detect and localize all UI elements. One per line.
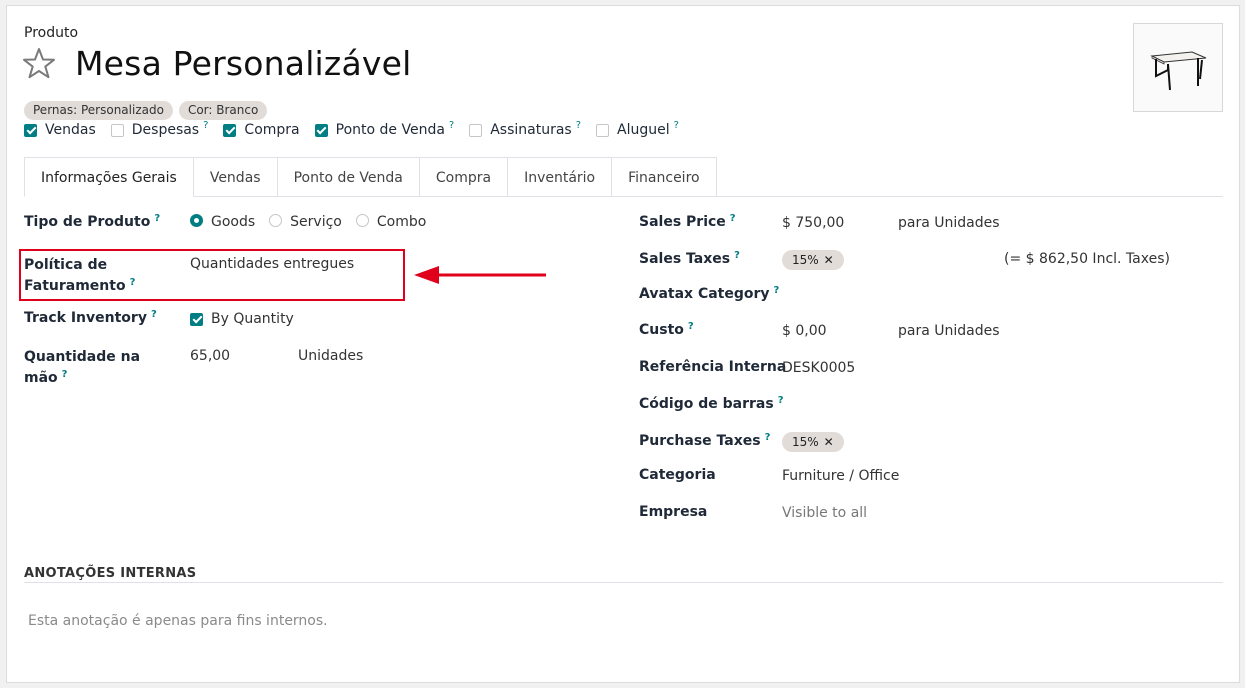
cost-uom: para Unidades xyxy=(898,323,1000,339)
track-inventory-label: Track Inventory? xyxy=(24,309,157,326)
checkbox-compra[interactable] xyxy=(223,123,237,137)
internal-notes-title: ANOTAÇÕES INTERNAS xyxy=(24,566,197,581)
help-icon[interactable]: ? xyxy=(151,309,157,320)
checkbox-vendas[interactable] xyxy=(24,123,37,137)
sales-taxes-field[interactable]: 15% ✕ xyxy=(782,250,844,270)
remove-tag-icon[interactable]: ✕ xyxy=(824,433,834,451)
radio-servico[interactable]: Serviço xyxy=(269,214,342,230)
company-label: Empresa xyxy=(639,504,708,520)
help-icon[interactable]: ? xyxy=(734,250,740,261)
invoice-policy-field[interactable]: Quantidades entregues xyxy=(190,256,354,272)
flag-label: Aluguel xyxy=(617,122,670,138)
flag-despesas[interactable]: Despesas? xyxy=(110,120,208,140)
help-icon[interactable]: ? xyxy=(765,432,771,443)
radio-button[interactable] xyxy=(190,214,203,227)
tax-tag[interactable]: 15% ✕ xyxy=(782,432,844,452)
cost-label: Custo? xyxy=(639,321,694,338)
tab-inventario[interactable]: Inventário xyxy=(508,157,613,197)
table-image-icon xyxy=(1150,51,1207,91)
flag-aluguel[interactable]: Aluguel? xyxy=(596,120,679,140)
product-name[interactable]: Mesa Personalizável xyxy=(75,44,411,83)
section-divider xyxy=(24,582,1223,583)
purchase-taxes-label: Purchase Taxes? xyxy=(639,432,771,449)
product-flags: Vendas Despesas? Compra Ponto de Venda? … xyxy=(24,120,694,140)
help-icon[interactable]: ? xyxy=(674,120,679,131)
help-icon[interactable]: ? xyxy=(778,395,784,406)
track-inventory-checkbox[interactable] xyxy=(190,312,203,326)
variant-tag[interactable]: Cor: Branco xyxy=(178,101,268,120)
tab-financeiro[interactable]: Financeiro xyxy=(612,157,717,197)
purchase-taxes-field[interactable]: 15% ✕ xyxy=(782,432,844,452)
checkbox-despesas[interactable] xyxy=(110,123,124,137)
product-type-radio: Goods Serviço Combo xyxy=(190,214,426,230)
flag-label: Despesas xyxy=(131,122,200,138)
category-label: Categoria xyxy=(639,467,716,483)
help-icon[interactable]: ? xyxy=(154,213,160,224)
notebook-tabs: Informações Gerais Vendas Ponto de Venda… xyxy=(24,157,717,197)
help-icon[interactable]: ? xyxy=(730,213,736,224)
product-form-sheet: Produto Mesa Personalizável Pernas: Pers… xyxy=(6,5,1240,683)
checkbox-aluguel[interactable] xyxy=(596,123,610,137)
sales-taxes-label: Sales Taxes? xyxy=(639,250,740,267)
tab-informacoes-gerais[interactable]: Informações Gerais xyxy=(24,157,194,197)
annotation-arrow-icon xyxy=(414,266,546,284)
radio-combo[interactable]: Combo xyxy=(355,214,426,230)
invoice-policy-label: Política de Faturamento? xyxy=(24,257,136,294)
help-icon[interactable]: ? xyxy=(449,120,454,131)
remove-tag-icon[interactable]: ✕ xyxy=(824,251,834,269)
flag-vendas[interactable]: Vendas xyxy=(24,120,96,140)
tax-tag[interactable]: 15% ✕ xyxy=(782,250,844,270)
internal-ref-label: Referência Interna xyxy=(639,359,787,375)
help-icon[interactable]: ? xyxy=(774,285,780,296)
qty-on-hand-uom: Unidades xyxy=(298,348,364,364)
help-icon[interactable]: ? xyxy=(576,120,581,131)
sales-taxes-included: (= $ 862,50 Incl. Taxes) xyxy=(1004,251,1170,267)
company-field[interactable]: Visible to all xyxy=(782,505,867,521)
barcode-label: Código de barras? xyxy=(639,395,784,412)
tab-vendas[interactable]: Vendas xyxy=(193,157,278,197)
flag-label: Ponto de Venda xyxy=(335,122,445,138)
internal-notes-field[interactable]: Esta anotação é apenas para fins interno… xyxy=(28,613,328,629)
product-image[interactable] xyxy=(1133,23,1223,112)
product-type-label: Tipo de Produto? xyxy=(24,213,161,230)
qty-on-hand-label: Quantidade na mão? xyxy=(24,349,141,386)
flag-label: Vendas xyxy=(45,122,96,138)
help-icon[interactable]: ? xyxy=(688,321,694,332)
cost-field[interactable]: $ 0,00 xyxy=(782,323,827,339)
avatax-category-label: Avatax Category? xyxy=(639,285,780,302)
variant-tags: Pernas: Personalizado Cor: Branco xyxy=(24,101,268,120)
radio-button[interactable] xyxy=(269,214,283,227)
internal-ref-field[interactable]: DESK0005 xyxy=(782,360,855,376)
flag-ponto-de-venda[interactable]: Ponto de Venda? xyxy=(314,120,454,140)
sales-price-field[interactable]: $ 750,00 xyxy=(782,215,844,231)
favorite-star-icon[interactable] xyxy=(22,46,56,80)
radio-goods[interactable]: Goods xyxy=(190,214,255,230)
sales-price-uom: para Unidades xyxy=(898,215,1000,231)
breadcrumb[interactable]: Produto xyxy=(24,25,78,41)
help-icon[interactable]: ? xyxy=(203,120,208,131)
category-field[interactable]: Furniture / Office xyxy=(782,468,899,484)
checkbox-assinaturas[interactable] xyxy=(469,123,483,137)
qty-on-hand-value[interactable]: 65,00 xyxy=(190,348,230,364)
tab-compra[interactable]: Compra xyxy=(419,157,509,197)
help-icon[interactable]: ? xyxy=(62,369,68,380)
flag-label: Compra xyxy=(244,122,300,138)
help-icon[interactable]: ? xyxy=(130,277,136,288)
flag-assinaturas[interactable]: Assinaturas? xyxy=(469,120,581,140)
track-inventory-field[interactable]: By Quantity xyxy=(190,311,294,327)
variant-tag[interactable]: Pernas: Personalizado xyxy=(24,101,173,120)
tab-ponto-de-venda[interactable]: Ponto de Venda xyxy=(277,157,420,197)
checkbox-ponto-de-venda[interactable] xyxy=(314,123,328,137)
flag-compra[interactable]: Compra xyxy=(223,120,300,140)
sales-price-label: Sales Price? xyxy=(639,213,736,230)
flag-label: Assinaturas xyxy=(490,122,572,138)
radio-button[interactable] xyxy=(355,214,369,227)
